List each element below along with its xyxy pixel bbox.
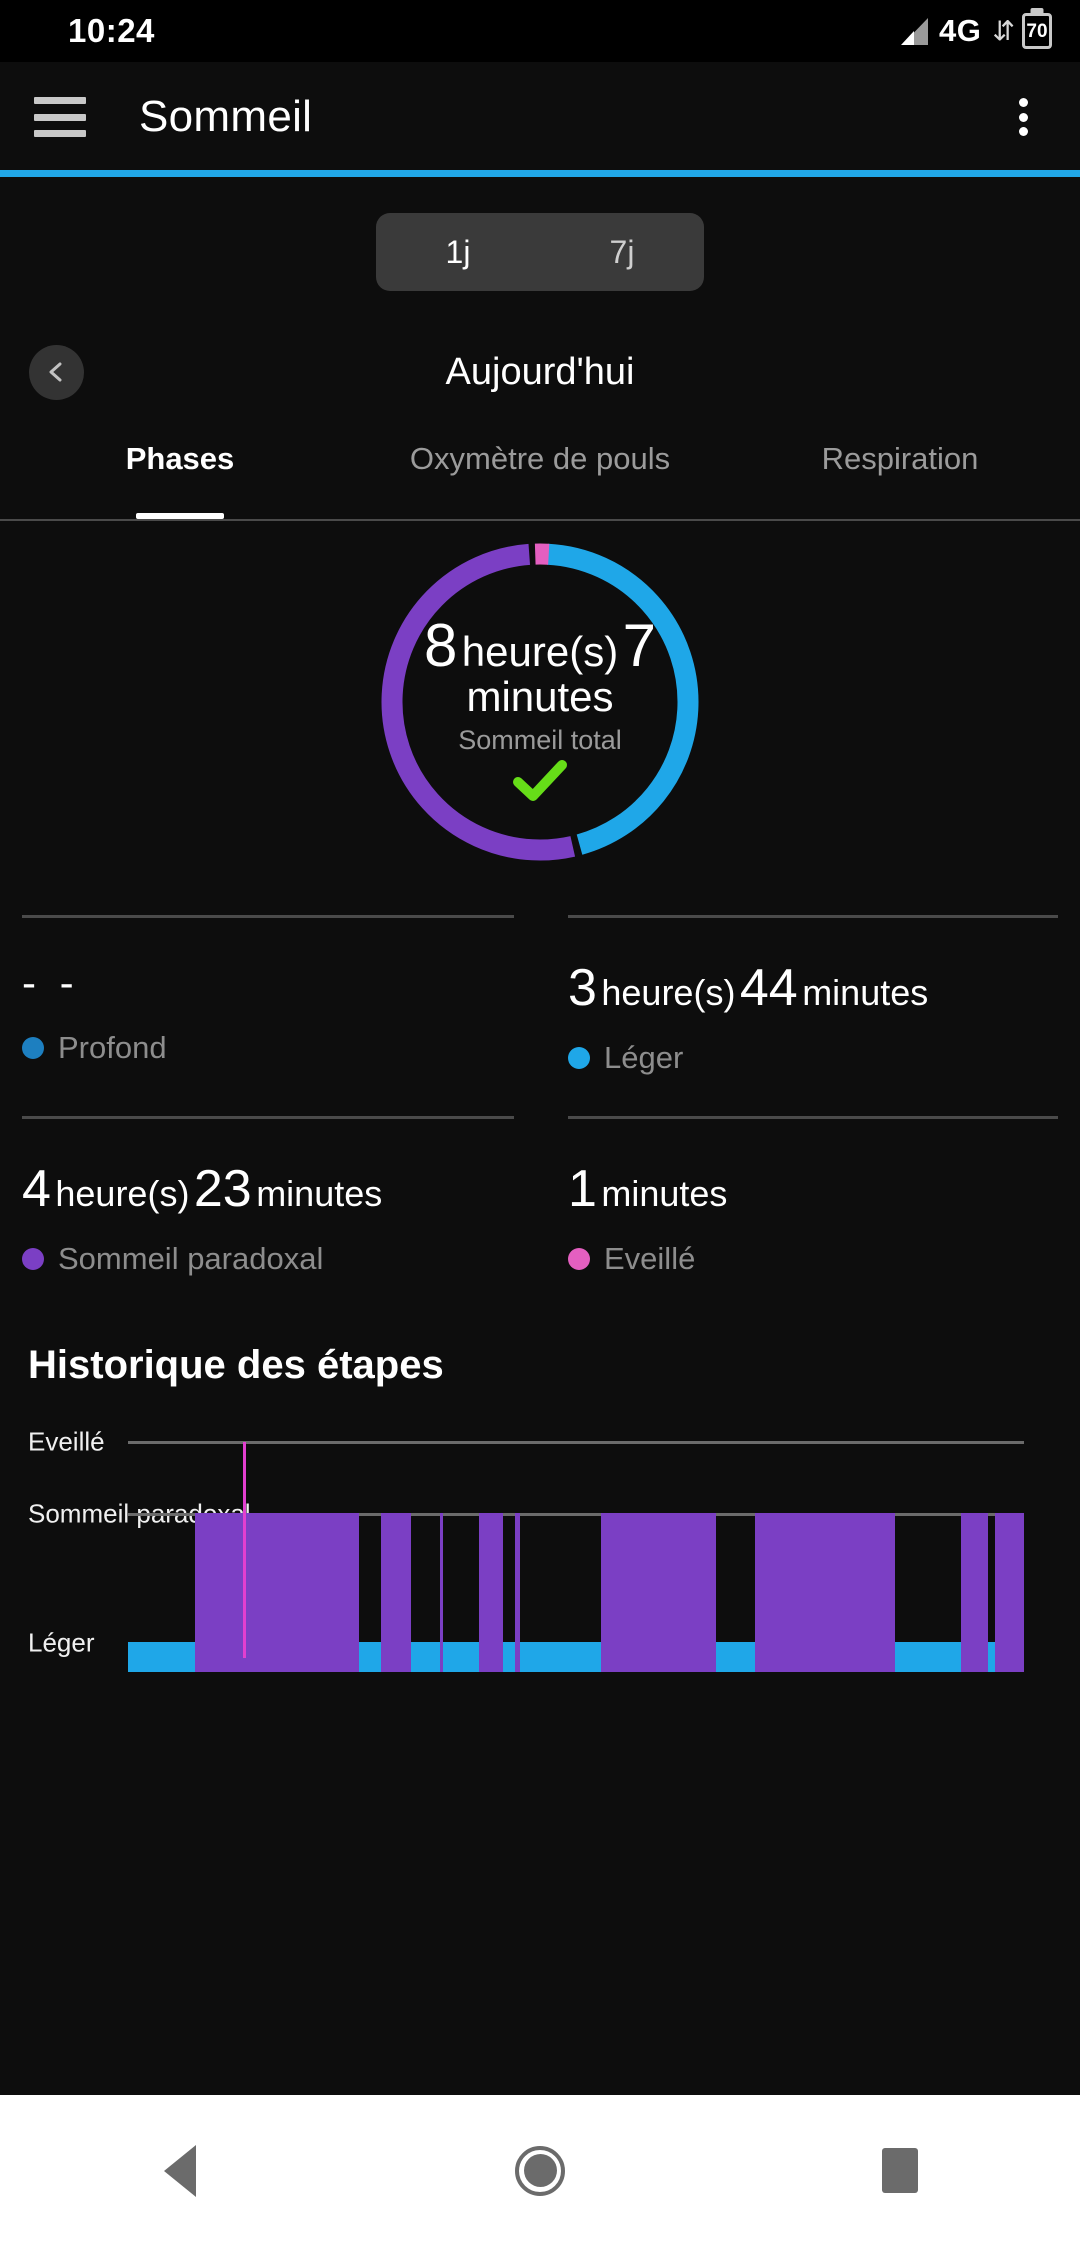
back-triangle-icon[interactable] bbox=[120, 2126, 240, 2216]
home-circle-icon[interactable] bbox=[480, 2126, 600, 2216]
stat-awake-minutes-unit: minutes bbox=[601, 1173, 728, 1214]
donut-ring bbox=[375, 537, 705, 867]
status-time: 10:24 bbox=[68, 12, 155, 49]
stage-history-section: Historique des étapes Eveillé Sommeil pa… bbox=[0, 1343, 1080, 1672]
awake-color-dot bbox=[568, 1248, 590, 1270]
tab-active-indicator bbox=[136, 513, 224, 519]
stat-rem-label: Sommeil paradoxal bbox=[58, 1241, 324, 1276]
rem-color-dot bbox=[22, 1248, 44, 1270]
hypnogram-cursor[interactable] bbox=[242, 1442, 246, 1658]
tab-respiration[interactable]: Respiration bbox=[720, 427, 1080, 519]
stat-awake-legend: Eveillé bbox=[568, 1241, 1058, 1277]
stat-deep-label: Profond bbox=[58, 1030, 167, 1065]
stat-awake[interactable]: 1 minutes Eveillé bbox=[540, 1116, 1058, 1317]
hypnogram-bar bbox=[359, 1642, 381, 1672]
stat-rem-minutes: 23 bbox=[193, 1160, 252, 1218]
status-bar: 10:24 4G ⇵ 70 bbox=[0, 0, 1080, 62]
app-bar: Sommeil bbox=[0, 62, 1080, 172]
light-color-dot bbox=[568, 1047, 590, 1069]
stat-light-hours-unit: heure(s) bbox=[601, 972, 736, 1013]
stat-light-legend: Léger bbox=[568, 1040, 1058, 1076]
accent-divider bbox=[0, 170, 1080, 177]
hypnogram-bar bbox=[961, 1513, 989, 1672]
stage-history-title: Historique des étapes bbox=[28, 1343, 444, 1387]
range-option-1d[interactable]: 1j bbox=[376, 213, 540, 291]
hypnogram-bar bbox=[995, 1513, 1024, 1672]
data-transfer-icon: ⇵ bbox=[992, 15, 1015, 46]
tab-phases-label: Phases bbox=[125, 441, 235, 476]
range-option-7d[interactable]: 7j bbox=[540, 213, 704, 291]
hypnogram-bar bbox=[894, 1642, 962, 1672]
hypnogram-bar bbox=[443, 1642, 480, 1672]
stat-deep[interactable]: - - Profond bbox=[22, 915, 540, 1116]
stat-awake-minutes: 1 bbox=[568, 1160, 597, 1218]
network-type-label: 4G bbox=[939, 13, 982, 48]
tab-respiration-label: Respiration bbox=[821, 441, 979, 476]
stat-awake-value: 1 minutes bbox=[568, 1163, 1058, 1215]
overflow-menu-icon[interactable] bbox=[1000, 94, 1046, 140]
hypnogram-bar bbox=[479, 1513, 503, 1672]
stat-rem-legend: Sommeil paradoxal bbox=[22, 1241, 514, 1277]
scroll-content: 1j 7j Aujourd'hui Phases Oxymètre de pou… bbox=[0, 177, 1080, 2095]
tab-phases[interactable]: Phases bbox=[0, 427, 360, 519]
stat-divider bbox=[568, 915, 1058, 918]
hypnogram-axis-awake: Eveillé bbox=[28, 1426, 105, 1457]
stat-light-label: Léger bbox=[604, 1040, 684, 1075]
phase-stats-grid: - - Profond 3 heure(s) 44 minutes Léger … bbox=[0, 915, 1080, 1317]
battery-level-label: 70 bbox=[1026, 20, 1048, 42]
stat-rem-hours-unit: heure(s) bbox=[55, 1173, 190, 1214]
hypnogram-bar bbox=[520, 1642, 602, 1672]
stat-rem-value: 4 heure(s) 23 minutes bbox=[22, 1163, 514, 1215]
hypnogram-bar bbox=[715, 1642, 756, 1672]
stat-rem-hours: 4 bbox=[22, 1160, 51, 1218]
hypnogram-plot-area bbox=[128, 1428, 1024, 1672]
range-selector: 1j 7j bbox=[0, 177, 1080, 291]
date-navigation: Aujourd'hui bbox=[0, 329, 1080, 415]
system-nav-bar bbox=[0, 2095, 1080, 2246]
hypnogram-bar bbox=[380, 1513, 412, 1672]
page-title: Sommeil bbox=[139, 92, 313, 141]
hypnogram-bar bbox=[601, 1513, 716, 1672]
stat-light[interactable]: 3 heure(s) 44 minutes Léger bbox=[540, 915, 1058, 1116]
tab-bar: Phases Oxymètre de pouls Respiration bbox=[0, 427, 1080, 519]
stat-light-hours: 3 bbox=[568, 959, 597, 1017]
hypnogram-chart[interactable]: Eveillé Sommeil paradoxal Léger bbox=[28, 1426, 1052, 1672]
stat-rem-minutes-unit: minutes bbox=[256, 1173, 383, 1214]
recents-square-icon[interactable] bbox=[840, 2126, 960, 2216]
stat-light-minutes-unit: minutes bbox=[802, 972, 929, 1013]
hypnogram-bar bbox=[755, 1513, 895, 1672]
hypnogram-bar bbox=[128, 1642, 196, 1672]
stat-deep-value: - - bbox=[22, 962, 514, 1004]
stat-awake-label: Eveillé bbox=[604, 1241, 696, 1276]
hamburger-menu-icon[interactable] bbox=[34, 97, 86, 137]
stat-deep-legend: Profond bbox=[22, 1030, 514, 1066]
stat-deep-empty: - - bbox=[22, 959, 80, 1006]
stat-divider bbox=[568, 1116, 1058, 1119]
chevron-left-icon[interactable] bbox=[29, 344, 84, 400]
stat-light-minutes: 44 bbox=[739, 959, 798, 1017]
hypnogram-bar bbox=[502, 1642, 516, 1672]
stats-row-top: - - Profond 3 heure(s) 44 minutes Léger bbox=[22, 915, 1058, 1116]
hypnogram-bar bbox=[195, 1513, 360, 1672]
tab-oximeter-label: Oxymètre de pouls bbox=[409, 441, 671, 476]
hypnogram-axis-light: Léger bbox=[28, 1627, 95, 1658]
stats-row-bottom: 4 heure(s) 23 minutes Sommeil paradoxal … bbox=[22, 1116, 1058, 1317]
stat-light-value: 3 heure(s) 44 minutes bbox=[568, 962, 1058, 1014]
stat-divider bbox=[22, 915, 514, 918]
signal-bars-icon bbox=[898, 17, 929, 45]
sleep-donut-chart: 8 heure(s) 7 minutes Sommeil total bbox=[0, 521, 1080, 901]
hypnogram-bar bbox=[411, 1642, 440, 1672]
deep-color-dot bbox=[22, 1037, 44, 1059]
battery-icon: 70 bbox=[1022, 13, 1052, 49]
stat-divider bbox=[22, 1116, 514, 1119]
status-icons: 4G ⇵ 70 bbox=[898, 13, 1052, 49]
hypnogram-bar bbox=[988, 1642, 996, 1672]
stat-rem[interactable]: 4 heure(s) 23 minutes Sommeil paradoxal bbox=[22, 1116, 540, 1317]
tab-oximeter[interactable]: Oxymètre de pouls bbox=[360, 427, 720, 519]
app-screen: 10:24 4G ⇵ 70 Sommeil 1j 7j Aujourd'hui … bbox=[0, 0, 1080, 2246]
current-date-label: Aujourd'hui bbox=[445, 350, 635, 393]
